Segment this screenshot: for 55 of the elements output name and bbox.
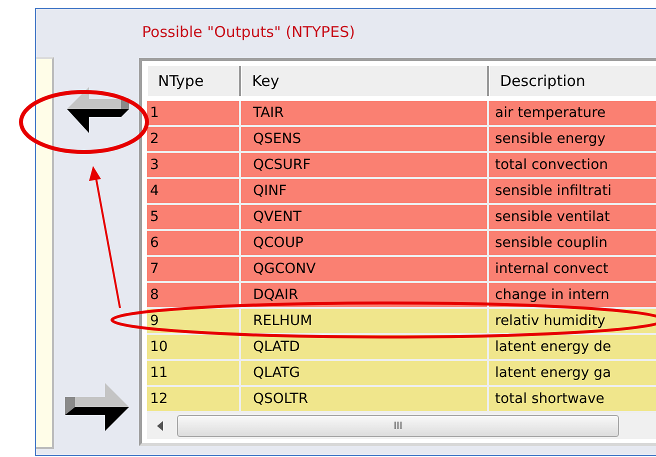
table-cell: QSENS bbox=[241, 127, 489, 151]
table-cell-text: total shortwave bbox=[494, 390, 606, 409]
table-cell: 11 bbox=[147, 361, 241, 385]
table-row[interactable]: 8 DQAIR change in intern bbox=[147, 283, 656, 309]
table-cell: QLATD bbox=[241, 335, 489, 359]
table-cell-text: sensible energy bbox=[494, 130, 607, 149]
table-cell: 1 bbox=[147, 101, 241, 125]
table-cell: 3 bbox=[147, 153, 241, 177]
table-cell: QCSURF bbox=[241, 153, 489, 177]
table-cell: QSOLTR bbox=[241, 387, 489, 411]
column-header[interactable]: Description bbox=[489, 66, 656, 96]
table-cell: RELHUM bbox=[241, 309, 489, 333]
table-cell-text: latent energy ga bbox=[494, 364, 612, 383]
scroll-left-icon[interactable] bbox=[155, 420, 165, 432]
table-row[interactable]: 6 QCOUP sensible couplin bbox=[147, 231, 656, 257]
table-cell: QGCONV bbox=[241, 257, 489, 281]
table-cell-text: internal convect bbox=[494, 260, 610, 279]
table-cell: 12 bbox=[147, 387, 241, 411]
table-row[interactable]: 3 QCSURF total convection bbox=[147, 153, 656, 179]
table-cell: 7 bbox=[147, 257, 241, 281]
table-cell: 8 bbox=[147, 283, 241, 307]
horizontal-scrollbar[interactable]: III bbox=[147, 413, 656, 439]
table-row[interactable]: 2 QSENS sensible energy bbox=[147, 127, 656, 153]
column-header[interactable]: Key bbox=[241, 66, 489, 96]
table-row[interactable]: 10 QLATD latent energy de bbox=[147, 335, 656, 361]
table-cell-text: total convection bbox=[494, 156, 610, 175]
table-cell-text: air temperature bbox=[494, 104, 607, 123]
table-cell: QINF bbox=[241, 179, 489, 203]
table-cell-text: change in intern bbox=[494, 286, 610, 305]
table-cell-text: sensible infiltrati bbox=[494, 182, 612, 201]
table-cell: TAIR bbox=[241, 101, 489, 125]
table-cell: QCOUP bbox=[241, 231, 489, 255]
table-cell: 9 bbox=[147, 309, 241, 333]
table-cell: QLATG bbox=[241, 361, 489, 385]
table-cell: 2 bbox=[147, 127, 241, 151]
table-cell-text: relativ humidity bbox=[494, 312, 606, 331]
table-row[interactable]: 5 QVENT sensible ventilat bbox=[147, 205, 656, 231]
table-cell-text: latent energy de bbox=[494, 338, 612, 357]
column-header[interactable]: NType bbox=[147, 66, 241, 96]
table-cell: 5 bbox=[147, 205, 241, 229]
table-row[interactable]: 7 QGCONV internal convect bbox=[147, 257, 656, 283]
table-cell: 6 bbox=[147, 231, 241, 255]
table-cell: 10 bbox=[147, 335, 241, 359]
table-cell: QVENT bbox=[241, 205, 489, 229]
table-cell: DQAIR bbox=[241, 283, 489, 307]
table-cell-text: sensible couplin bbox=[494, 234, 608, 253]
panel-title: Possible "Outputs" (NTYPES) bbox=[141, 22, 356, 43]
table-row[interactable]: 9 RELHUM relativ humidity bbox=[147, 309, 656, 335]
table-row[interactable]: 1 TAIR air temperature bbox=[147, 101, 656, 127]
table-cell-text: sensible ventilat bbox=[494, 208, 611, 227]
table-row[interactable]: 4 QINF sensible infiltrati bbox=[147, 179, 656, 205]
table-cell: 4 bbox=[147, 179, 241, 203]
table-row[interactable]: 11 QLATG latent energy ga bbox=[147, 361, 656, 387]
table-row[interactable]: 12 QSOLTR total shortwave bbox=[147, 387, 656, 413]
scrollbar-thumb[interactable]: III bbox=[177, 415, 619, 437]
